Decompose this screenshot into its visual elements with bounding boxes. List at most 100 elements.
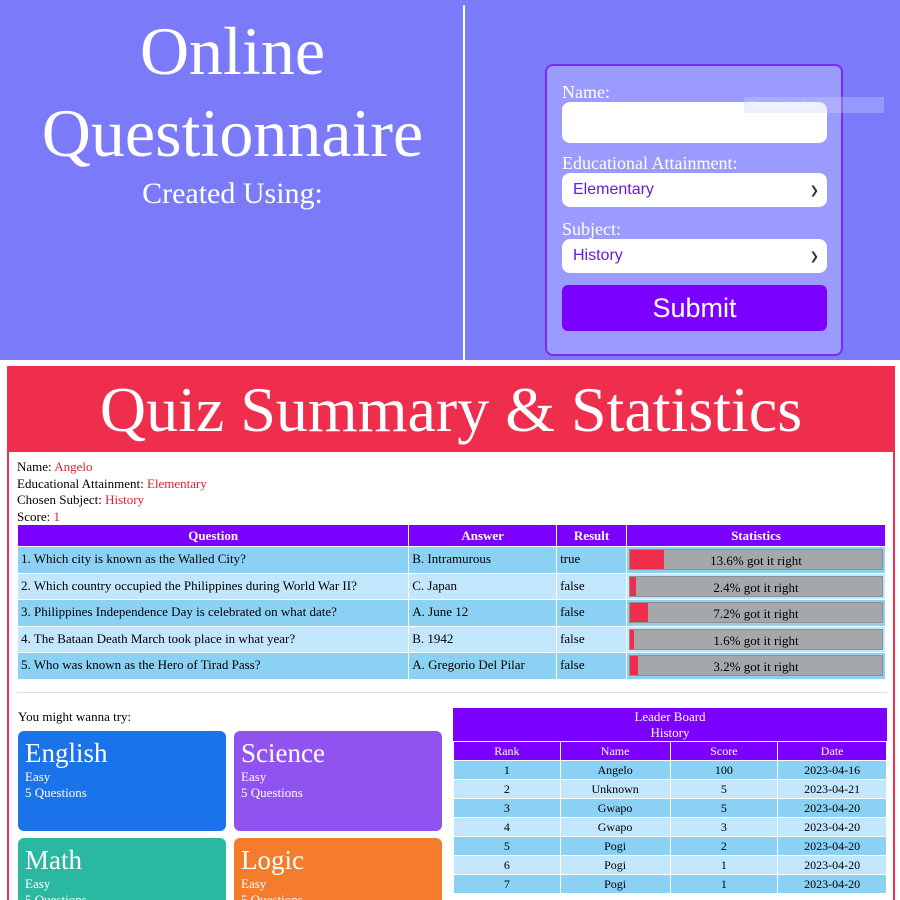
col-header-statistics: Statistics (625, 524, 887, 547)
table-row: 1 Angelo 100 2023-04-16 (453, 760, 887, 780)
rank-cell: 1 (453, 760, 561, 780)
name-cell: Pogi (559, 874, 671, 894)
suggestions-label: You might wanna try: (18, 709, 132, 724)
subject-label: Subject: (562, 219, 621, 239)
info-name-value: Angelo (54, 459, 93, 474)
education-label: Educational Attainment: (562, 153, 738, 173)
subject-select[interactable]: History ❯ (562, 239, 827, 273)
leaderboard-header: Leader Board History (453, 708, 887, 741)
subject-select-value: History (573, 247, 623, 264)
table-row: 5 Pogi 2 2023-04-20 (453, 836, 887, 856)
table-row: 2. Which country occupied the Philippine… (16, 572, 887, 600)
summary-title: Quiz Summary & Statistics (9, 368, 893, 452)
table-row: 4. The Bataan Death March took place in … (16, 625, 887, 653)
score-cell: 2 (669, 836, 779, 856)
tile-question-count: 5 Questions (25, 892, 87, 900)
answer-text: A. June 12 (408, 599, 558, 627)
section-divider (17, 692, 887, 693)
score-cell: 1 (669, 855, 779, 875)
stat-bar: 1.6% got it right (628, 628, 883, 650)
rank-cell: 4 (453, 817, 561, 837)
score-cell: 5 (669, 798, 779, 818)
tile-title: Logic (241, 845, 304, 875)
education-select[interactable]: Elementary ❯ (562, 173, 827, 207)
date-cell: 2023-04-20 (777, 874, 887, 894)
answer-text: C. Japan (408, 572, 558, 600)
stat-cell: 1.6% got it right (625, 625, 887, 653)
quiz-tile-science[interactable]: Science Easy 5 Questions (234, 731, 442, 831)
stat-cell: 7.2% got it right (625, 599, 887, 627)
result-text: true (556, 546, 627, 574)
tile-question-count: 5 Questions (25, 785, 87, 800)
tile-difficulty: Easy (241, 876, 267, 891)
stat-bar: 2.4% got it right (628, 575, 883, 597)
col-header-question: Question (16, 524, 410, 547)
info-subject-row: Chosen Subject: History (17, 492, 885, 509)
question-table-header: Question Answer Result Statistics (16, 524, 887, 547)
rank-cell: 6 (453, 855, 561, 875)
table-row: 2 Unknown 5 2023-04-21 (453, 779, 887, 799)
rank-cell: 3 (453, 798, 561, 818)
stat-bar: 7.2% got it right (628, 602, 883, 623)
stat-bar-label: 3.2% got it right (713, 659, 799, 674)
name-cell: Gwapo (559, 817, 671, 837)
question-text: 2. Which country occupied the Philippine… (16, 572, 410, 600)
question-text: 5. Who was known as the Hero of Tirad Pa… (16, 652, 410, 680)
date-cell: 2023-04-21 (777, 779, 887, 799)
answer-text: A. Gregorio Del Pilar (408, 652, 558, 680)
tile-difficulty: Easy (25, 876, 51, 891)
rank-cell: 2 (453, 779, 561, 799)
stat-cell: 2.4% got it right (625, 572, 887, 600)
chevron-down-icon: ❯ (809, 250, 819, 263)
name-cell: Pogi (559, 855, 671, 875)
leaderboard-table: Rank Name Score Date 1 Angelo 100 2023-0… (453, 741, 887, 894)
stat-bar-label: 13.6% got it right (710, 553, 802, 568)
quiz-tile-logic[interactable]: Logic Easy 5 Questions (234, 838, 442, 900)
table-row: 7 Pogi 1 2023-04-20 (453, 874, 887, 894)
leaderboard-subject: History (650, 725, 690, 740)
leaderboard: Leader Board History Rank Name Score Dat… (453, 708, 887, 894)
submit-button[interactable]: Submit (562, 285, 827, 331)
question-text: 4. The Bataan Death March took place in … (16, 625, 410, 653)
tile-question-count: 5 Questions (241, 785, 303, 800)
table-row: 4 Gwapo 3 2023-04-20 (453, 817, 887, 837)
info-score-row: Score: 1 (17, 509, 885, 526)
name-cell: Gwapo (559, 798, 671, 818)
date-cell: 2023-04-20 (777, 798, 887, 818)
quiz-tile-english[interactable]: English Easy 5 Questions (18, 731, 226, 831)
rank-cell: 5 (453, 836, 561, 856)
question-text: 3. Philippines Independence Day is celeb… (16, 599, 410, 627)
table-row: 6 Pogi 1 2023-04-20 (453, 855, 887, 875)
name-cell: Pogi (559, 836, 671, 856)
tile-difficulty: Easy (25, 769, 51, 784)
question-text: 1. Which city is known as the Walled Cit… (16, 546, 410, 574)
rank-cell: 7 (453, 874, 561, 894)
info-subject-value: History (105, 492, 145, 507)
score-cell: 100 (669, 760, 779, 780)
hero-title-line2: Questionnaire (41, 95, 424, 171)
hero-section: Online Questionnaire Created Using: (0, 10, 465, 214)
quiz-tile-math[interactable]: Math Easy 5 Questions (18, 838, 226, 900)
tile-difficulty: Easy (241, 769, 267, 784)
top-banner: Online Questionnaire Created Using: Name… (0, 0, 900, 360)
leaderboard-table-header: Rank Name Score Date (453, 741, 887, 761)
table-row: 1. Which city is known as the Walled Cit… (16, 546, 887, 574)
divider (463, 5, 465, 360)
result-text: false (556, 572, 627, 600)
stat-bar: 3.2% got it right (628, 655, 883, 676)
stat-bar: 13.6% got it right (628, 549, 883, 570)
date-cell: 2023-04-20 (777, 836, 887, 856)
leaderboard-title: Leader Board (634, 709, 706, 724)
score-cell: 3 (669, 817, 779, 837)
info-name-row: Name: Angelo (17, 459, 885, 476)
stat-cell: 3.2% got it right (625, 652, 887, 680)
answer-text: B. 1942 (408, 625, 558, 653)
result-text: false (556, 652, 627, 680)
score-cell: 5 (669, 779, 779, 799)
table-row: 5. Who was known as the Hero of Tirad Pa… (16, 652, 887, 680)
question-table: Question Answer Result Statistics 1. Whi… (16, 524, 887, 680)
summary-info: Name: Angelo Educational Attainment: Ele… (9, 452, 893, 525)
info-score-label: Score: (17, 508, 51, 524)
hero-subtitle: Created Using: (142, 177, 323, 210)
stat-bar-label: 1.6% got it right (713, 632, 799, 648)
